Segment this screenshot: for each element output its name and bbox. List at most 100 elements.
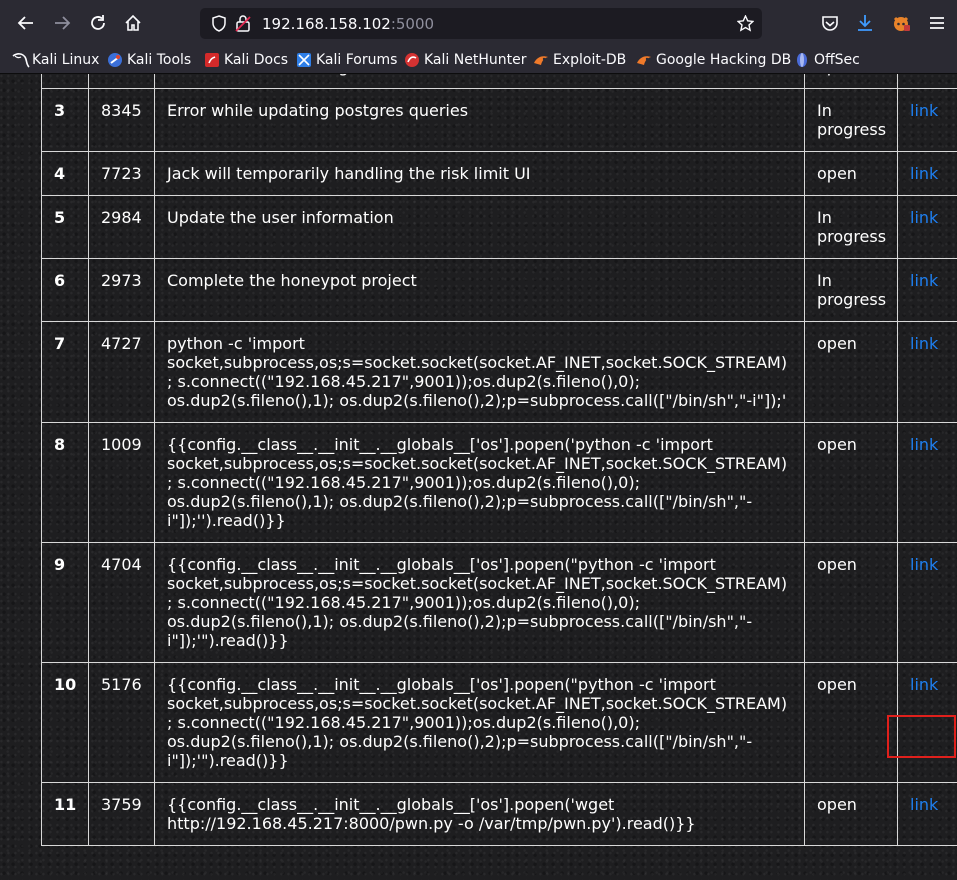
table-row: 11 3759 {{config.__class__.__init__.__glob…	[41, 782, 957, 846]
ticket-link-cell: link	[897, 74, 957, 89]
ticket-id: 8345	[88, 88, 155, 152]
insecure-lock-icon[interactable]	[235, 15, 251, 32]
bookmark-kali-forums[interactable]: Kali Forums	[296, 50, 397, 70]
bookmark-kali-tools[interactable]: Kali Tools	[107, 50, 191, 70]
ticket-description: {{config.__class__.__init__.__globals__[…	[154, 422, 805, 543]
table-row: 24567Remove default user guest from the …	[41, 74, 957, 89]
home-icon	[125, 14, 141, 31]
ticket-number: 6	[41, 258, 89, 322]
ticket-description: {{config.__class__.__init__.__globals__[…	[154, 662, 805, 783]
url-bar[interactable]: 192.168.158.102:5000	[200, 8, 762, 39]
ticket-status: open	[804, 74, 898, 89]
bookmark-google-hacking-db[interactable]: Google Hacking DB	[636, 50, 791, 70]
ticket-id: 3759	[88, 782, 155, 846]
table-row: 7 4727 python -c 'import socket,subprocess…	[41, 321, 957, 423]
ticket-link[interactable]: link	[910, 74, 938, 76]
ticket-number: 10	[41, 662, 89, 783]
ticket-status: open	[804, 422, 898, 543]
bookmark-label: Exploit-DB	[553, 52, 627, 68]
bookmark-label: Google Hacking DB	[656, 52, 792, 68]
bookmark-label: Kali Linux	[32, 52, 100, 68]
ticket-link[interactable]: link	[910, 795, 938, 814]
downloads-button[interactable]	[851, 9, 879, 37]
ticket-status: open	[804, 782, 898, 846]
ticket-link[interactable]: link	[910, 271, 938, 290]
ticket-status: open	[804, 321, 898, 423]
bookmark-label: Kali Tools	[127, 52, 192, 68]
ticket-number: 2	[41, 74, 89, 89]
back-arrow-icon	[17, 16, 33, 30]
bookmark-label: Kali Forums	[316, 52, 398, 68]
url-host: 192.168.158.102	[262, 15, 391, 33]
url-port: :5000	[390, 15, 435, 33]
hamburger-menu-icon	[930, 17, 944, 29]
table-row: 3 8345 Error while updating postgres queri…	[41, 88, 957, 152]
home-button[interactable]	[119, 9, 147, 37]
ticket-link-cell: link	[897, 151, 957, 196]
ticket-description: Remove default user guest from the ticke…	[154, 74, 805, 89]
ticket-id: 1009	[88, 422, 155, 543]
kali-dragon-icon	[12, 52, 30, 68]
kali-docs-icon	[204, 52, 220, 68]
ticket-description: {{config.__class__.__init__.__globals__[…	[154, 542, 805, 663]
table-row: 4 7723 Jack will temporarily handling the …	[41, 151, 957, 196]
table-row: 8 1009 {{config.__class__.__init__.__globa…	[41, 422, 957, 543]
forward-arrow-icon	[55, 16, 71, 30]
ticket-status: open	[804, 662, 898, 783]
ticket-link[interactable]: link	[910, 555, 938, 574]
ticket-link[interactable]: link	[910, 164, 938, 183]
ticket-status: open	[804, 151, 898, 196]
ticket-description: Jack will temporarily handling the risk …	[154, 151, 805, 196]
ticket-number: 11	[41, 782, 89, 846]
ticket-link-cell: link	[897, 88, 957, 152]
bookmark-exploit-db[interactable]: Exploit-DB	[533, 50, 626, 70]
bookmark-label: OffSec	[814, 52, 860, 68]
kali-tools-icon	[107, 52, 123, 68]
ticket-id: 2973	[88, 258, 155, 322]
bookmark-kali-nethunter[interactable]: Kali NetHunter	[404, 50, 526, 70]
ticket-id: 7723	[88, 151, 155, 196]
download-icon	[858, 15, 872, 31]
extension-fox-icon	[893, 16, 910, 31]
bookmark-offsec[interactable]: OffSec	[794, 50, 860, 70]
exploit-db-icon	[533, 52, 549, 68]
ticket-status: In progress	[804, 88, 898, 152]
bookmark-star-icon[interactable]	[737, 15, 754, 32]
bookmark-kali-docs[interactable]: Kali Docs	[204, 50, 288, 70]
ticket-link[interactable]: link	[910, 101, 938, 120]
ticket-description: python -c 'import socket,subprocess,os;s…	[154, 321, 805, 423]
bookmark-label: Kali NetHunter	[424, 52, 527, 68]
shield-icon	[212, 15, 226, 32]
extension-button[interactable]	[887, 9, 915, 37]
reload-button[interactable]	[84, 9, 112, 37]
ticket-link[interactable]: link	[910, 208, 938, 227]
ticket-link-cell: link	[897, 542, 957, 663]
ticket-number: 9	[41, 542, 89, 663]
ticket-link[interactable]: link	[910, 435, 938, 454]
url-text[interactable]: 192.168.158.102:5000	[262, 15, 434, 33]
ticket-id: 2984	[88, 195, 155, 259]
ticket-status: open	[804, 542, 898, 663]
ticket-status: In progress	[804, 258, 898, 322]
ticket-description: Error while updating postgres queries	[154, 88, 805, 152]
tickets-table: 24567Remove default user guest from the …	[41, 74, 957, 846]
bookmark-kali-linux[interactable]: Kali Linux	[12, 50, 99, 70]
ticket-description: {{config.__class__.__init__.__globals__[…	[154, 782, 805, 846]
forward-button[interactable]	[48, 9, 76, 37]
ticket-status: In progress	[804, 195, 898, 259]
ticket-number: 3	[41, 88, 89, 152]
ticket-number: 8	[41, 422, 89, 543]
pocket-button[interactable]	[816, 9, 844, 37]
ticket-link[interactable]: link	[910, 334, 938, 353]
back-button[interactable]	[12, 9, 40, 37]
offsec-icon	[794, 52, 810, 68]
ticket-id: 5176	[88, 662, 155, 783]
ticket-link-cell: link	[897, 782, 957, 846]
menu-button[interactable]	[923, 9, 951, 37]
ticket-number: 7	[41, 321, 89, 423]
ticket-link[interactable]: link	[910, 675, 938, 694]
ticket-number: 5	[41, 195, 89, 259]
table-row: 9 4704 {{config.__class__.__init__.__globa…	[41, 542, 957, 663]
pocket-icon	[822, 16, 838, 31]
ticket-id: 4704	[88, 542, 155, 663]
